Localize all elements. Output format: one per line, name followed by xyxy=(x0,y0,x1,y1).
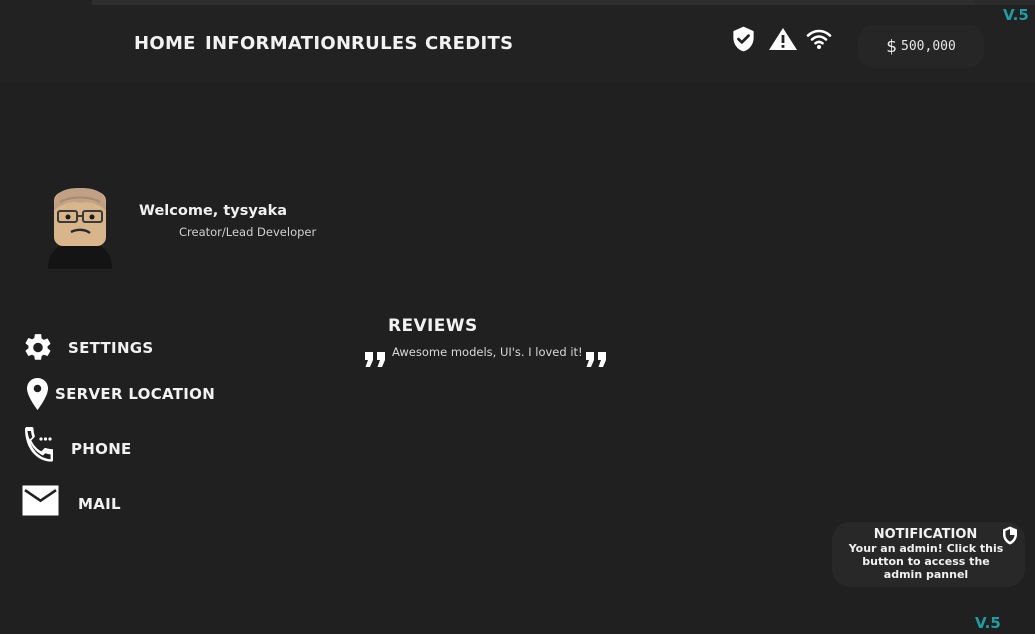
notification-title: NOTIFICATION xyxy=(873,527,978,542)
corner-panel xyxy=(974,0,1035,5)
admin-shield-icon xyxy=(1002,526,1018,549)
quote-open-icon xyxy=(364,344,387,374)
warning-icon[interactable] xyxy=(768,27,798,55)
version-label-top: V.5 xyxy=(1003,6,1029,24)
phone-icon xyxy=(22,425,54,467)
notification-body: Your an admin! Click this button to acce… xyxy=(848,542,1004,581)
avatar xyxy=(40,185,120,269)
nav-information[interactable]: INFORMATION xyxy=(205,33,351,54)
reviews-title: REVIEWS xyxy=(388,316,478,336)
wifi-icon[interactable] xyxy=(806,27,832,55)
menu-mail-label: MAIL xyxy=(78,495,121,513)
menu-settings-label: SETTINGS xyxy=(68,339,154,357)
menu-server-location-label: SERVER LOCATION xyxy=(55,385,216,403)
nav-home[interactable]: HOME xyxy=(134,33,196,54)
admin-notification-button[interactable]: NOTIFICATION Your an admin! Click this b… xyxy=(832,522,1025,587)
currency-amount: 500,000 xyxy=(901,39,956,54)
dollar-icon: $ xyxy=(886,36,898,57)
currency-display[interactable]: $ 500,000 xyxy=(858,25,984,68)
top-divider xyxy=(92,0,974,5)
welcome-text: Welcome, tysyaka xyxy=(139,203,288,219)
version-label-bottom: V.5 xyxy=(975,614,1001,632)
menu-phone-label: PHONE xyxy=(71,440,132,458)
quote-close-icon xyxy=(585,344,608,374)
review-text: Awesome models, UI's. I loved it! xyxy=(392,345,583,359)
nav-credits[interactable]: CREDITS xyxy=(425,33,513,54)
user-role: Creator/Lead Developer xyxy=(179,225,317,239)
nav-rules[interactable]: RULES xyxy=(351,33,418,54)
gear-icon xyxy=(22,331,54,368)
location-pin-icon xyxy=(26,377,49,415)
shield-check-icon[interactable] xyxy=(730,25,757,57)
mail-icon xyxy=(22,485,59,520)
